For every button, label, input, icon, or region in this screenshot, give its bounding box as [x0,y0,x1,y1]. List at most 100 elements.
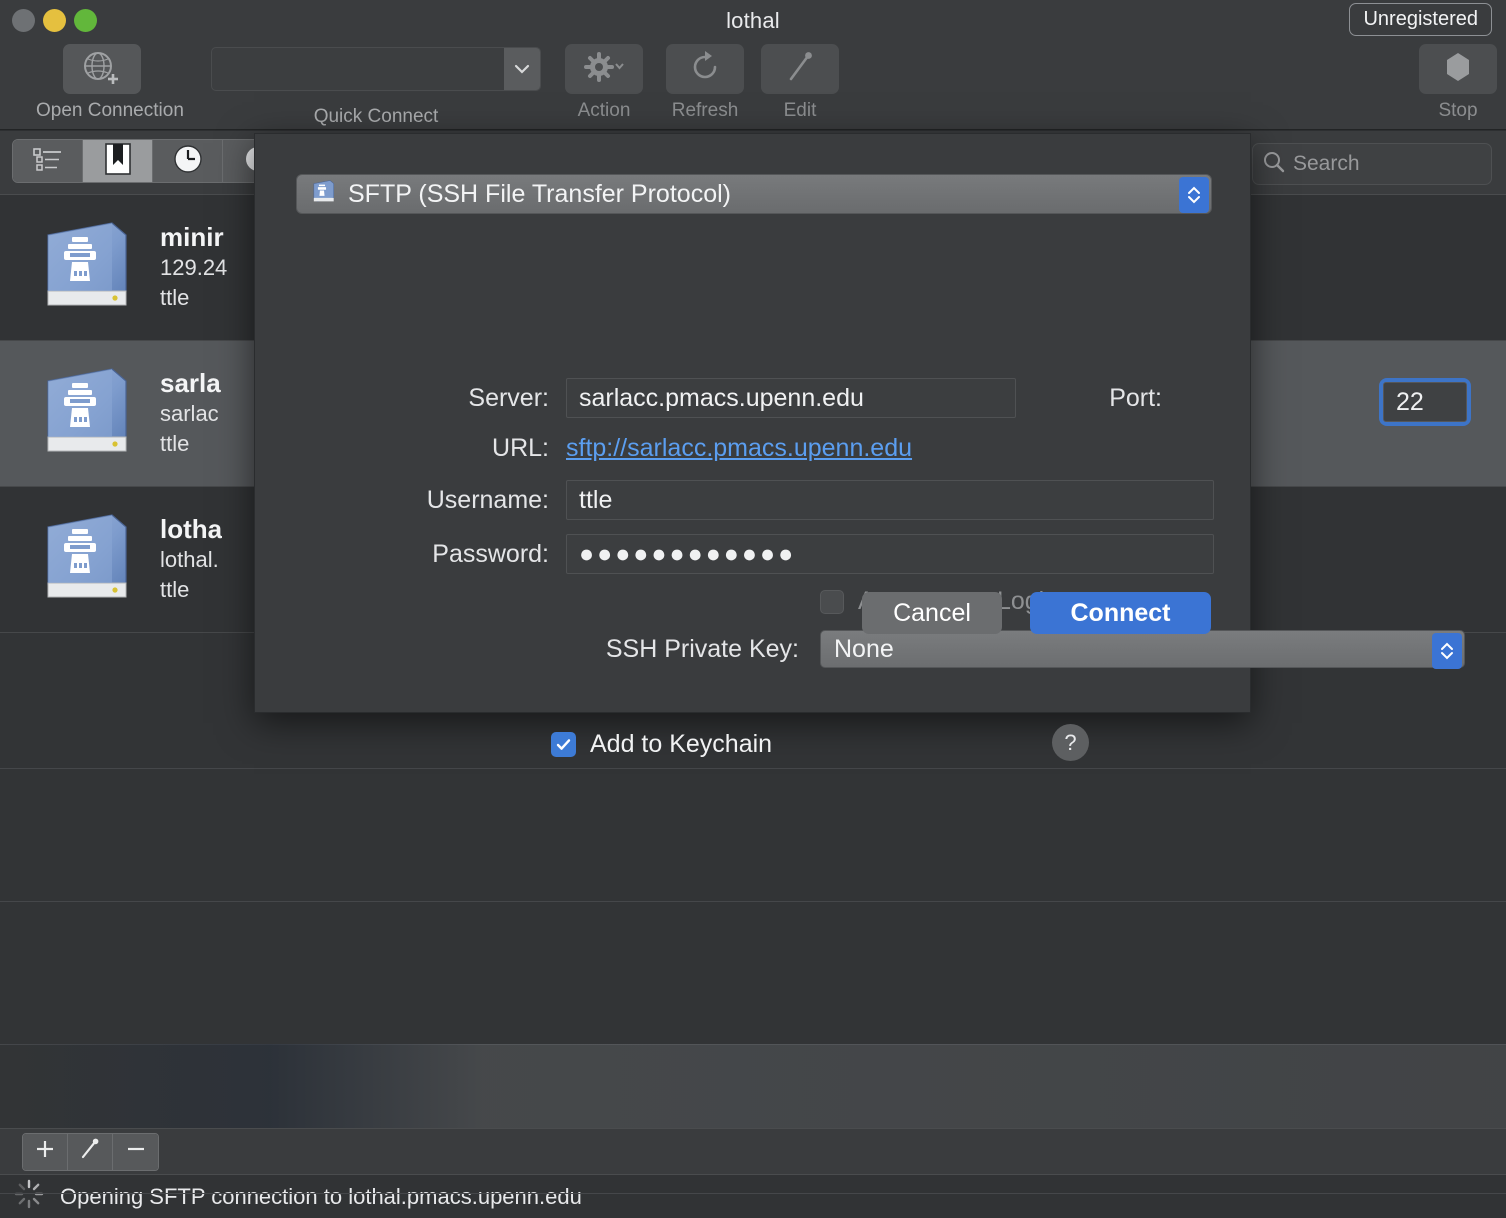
anonymous-login-checkbox[interactable] [820,589,844,614]
username-label: Username: [426,485,549,514]
protocol-dropdown[interactable]: SFTP (SSH File Transfer Protocol) [296,174,1212,214]
open-connection-label: Open Connection [36,100,184,121]
server-disk-icon [34,359,134,469]
edit-label: Edit [783,100,817,121]
ssh-key-value: None [834,634,894,663]
search-placeholder[interactable]: Search [1293,152,1360,176]
status-bar: Opening SFTP connection to lothal.pmacs.… [0,1174,1506,1218]
plus-icon [34,1138,56,1165]
bookmark-info: lotha lothal. ttle [160,514,222,605]
toolbar-refresh[interactable]: Refresh [665,44,745,122]
progress-spinner-icon [14,1179,44,1214]
add-bookmark-button[interactable] [23,1133,68,1170]
bookmark-icon [104,142,131,180]
bookmark-actions-group[interactable] [22,1132,159,1171]
port-label: Port: [1109,383,1162,412]
edit-button[interactable] [761,44,839,94]
ssh-key-row: SSH Private Key: [255,630,815,668]
list-separator [0,901,1506,902]
server-label: Server: [468,383,549,412]
bookmark-host: 129.24 [160,255,228,281]
action-label: Action [577,100,631,121]
bookmark-host: sarlac [160,401,219,427]
search-icon [1263,151,1285,178]
quick-connect-input[interactable] [212,48,504,90]
bookmark-user: ttle [160,577,190,603]
cyberduck-window: lothal Unregistered Open Connection Quic… [0,0,1506,1218]
ssh-key-dropdown[interactable]: None [820,630,1465,669]
clock-history-icon [173,144,203,179]
gear-icon [582,51,626,87]
open-connection-dialog: SFTP (SSH File Transfer Protocol) Server… [254,133,1471,761]
toolbar-open-connection[interactable]: Open Connection [36,44,184,122]
add-to-keychain-row[interactable]: Add to Keychain [551,730,772,759]
protocol-stepper-icon[interactable] [1179,177,1209,213]
server-disk-icon [34,213,134,323]
pencil-icon [79,1137,101,1166]
cancel-button[interactable]: Cancel [862,592,1002,634]
password-label: Password: [432,539,549,568]
action-button[interactable] [565,44,643,94]
bookmark-mode-segmented-control[interactable] [12,139,294,183]
url-link[interactable]: sftp://sarlacc.pmacs.upenn.edu [566,434,912,463]
bookmark-info: sarla sarlac ttle [160,368,221,459]
search-field[interactable]: Search [1252,143,1492,185]
bookmark-user: ttle [160,431,190,457]
outline-list-icon [32,146,64,177]
port-input[interactable] [1383,382,1467,422]
bookmark-action-bar [0,1128,1506,1174]
window-title: lothal [726,8,780,33]
stop-label: Stop [1438,100,1478,121]
titlebar: lothal Unregistered Open Connection Quic… [0,0,1506,130]
toolbar-edit[interactable]: Edit [760,44,840,122]
bookmark-name: sarla [160,368,221,399]
bookmark-host: lothal. [160,547,219,573]
bookmark-info: minir 129.24 ttle [160,222,227,313]
bookmark-name: lotha [160,514,223,545]
list-separator [0,1044,1506,1045]
pencil-icon [785,50,815,89]
server-row: Server: Port: [255,378,1252,418]
unregistered-badge[interactable]: Unregistered [1349,3,1492,36]
username-input[interactable] [566,480,1214,520]
status-message: Opening SFTP connection to lothal.pmacs.… [60,1183,582,1209]
quick-connect-field[interactable] [211,47,541,91]
add-to-keychain-label: Add to Keychain [590,730,773,758]
url-label: URL: [492,434,549,462]
globe-plus-icon [80,49,124,90]
list-separator [0,768,1506,769]
ssh-key-label: SSH Private Key: [605,634,799,663]
toolbar-action[interactable]: Action [564,44,644,122]
connect-button[interactable]: Connect [1030,592,1211,634]
server-input[interactable] [566,378,1016,418]
toolbar-stop[interactable]: Stop [1418,44,1498,122]
refresh-label: Refresh [671,100,739,121]
sidebar-item-history[interactable] [153,140,223,182]
minus-icon [125,1138,147,1165]
password-row: Password: [255,534,1252,574]
server-disk-icon [34,505,134,615]
password-input[interactable] [566,534,1214,574]
protocol-label: SFTP (SSH File Transfer Protocol) [348,179,731,208]
quick-connect-combobox[interactable] [211,47,541,91]
chevron-down-icon[interactable] [504,48,540,90]
ssh-key-stepper-icon[interactable] [1432,633,1462,669]
port-focus-ring [1379,378,1471,426]
list-separator [0,1193,1506,1194]
stop-button[interactable] [1419,44,1497,94]
url-row: URL: sftp://sarlacc.pmacs.upenn.edu [255,434,1252,463]
sidebar-item-browser[interactable] [13,140,83,182]
server-disk-icon [310,178,336,211]
open-connection-button[interactable] [63,44,141,94]
sidebar-item-bookmarks[interactable] [83,140,153,182]
quick-connect-label-wrap: Quick Connect [296,100,456,128]
bookmark-name: minir [160,222,224,253]
help-button[interactable]: ? [1052,724,1089,761]
refresh-button[interactable] [666,44,744,94]
stop-icon [1443,51,1473,88]
bookmark-user: ttle [160,285,190,311]
add-to-keychain-checkbox[interactable] [551,732,576,757]
username-row: Username: [255,480,1252,520]
remove-bookmark-button[interactable] [113,1133,158,1170]
edit-bookmark-button[interactable] [68,1133,113,1170]
